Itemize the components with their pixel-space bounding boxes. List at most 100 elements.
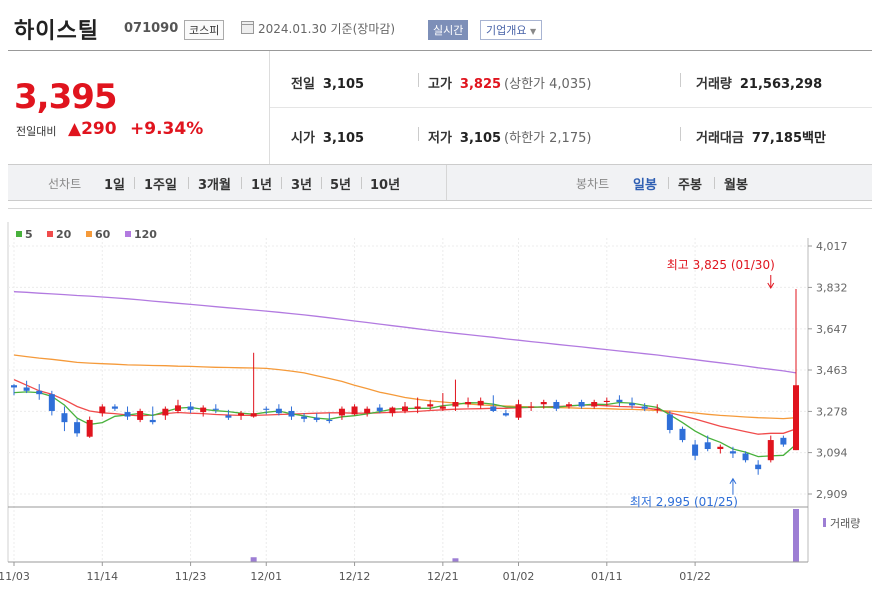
volume-label: 거래량 — [830, 517, 860, 530]
candle-body — [553, 402, 560, 409]
change-value: ▲290 — [68, 119, 117, 139]
candle-body — [36, 390, 43, 395]
y-tick-label: 3,094 — [816, 447, 848, 460]
ma20-line — [13, 379, 797, 435]
stock-name: 하이스틸 — [14, 19, 99, 44]
candle-body — [212, 408, 219, 410]
divider — [714, 177, 715, 189]
candle-body — [23, 387, 30, 391]
candle-body — [351, 406, 358, 415]
candle-body — [124, 412, 131, 417]
candle-body — [439, 406, 446, 409]
candle-daily[interactable]: 일봉 — [633, 174, 657, 193]
divider — [281, 177, 282, 189]
candle-body — [578, 402, 585, 407]
candle-body — [313, 417, 320, 420]
realtime-button[interactable]: 실시간 — [428, 20, 469, 40]
company-info-button[interactable]: 기업개요 ▼ — [480, 20, 543, 40]
period-3y[interactable]: 3년 — [291, 174, 312, 193]
up-triangle-icon: ▲ — [68, 119, 82, 139]
y-tick-label: 3,463 — [816, 364, 848, 377]
current-price: 3,395 — [14, 77, 118, 117]
period-1w[interactable]: 1주일 — [144, 174, 177, 193]
candle-monthly[interactable]: 월봉 — [724, 174, 748, 193]
line-chart-label: 선차트 — [48, 177, 82, 191]
current-price-box: 3,395 전일대비 ▲290 +9.34% — [8, 51, 270, 164]
x-tick-label: 11/23 — [175, 570, 207, 583]
candle-body — [263, 408, 270, 410]
candle-body — [86, 419, 93, 437]
candle-body — [616, 399, 623, 403]
candle-body — [338, 408, 345, 416]
candle-body — [717, 446, 724, 450]
volume-cell: 거래량 21,563,298 — [696, 77, 823, 92]
ma5-line — [13, 391, 797, 458]
chart-toolbar: 선차트 1일 1주일 3개월 1년 3년 5년 10년 봉차트 일봉 주봉 월봉 — [8, 164, 872, 201]
chart-axes: 4,017 3,832 3,647 3,463 3,278 3,094 2,909 11/03… — [0, 238, 848, 583]
legend-ma20: 20 — [47, 228, 71, 241]
x-tick-label: 11/14 — [86, 570, 118, 583]
candle-body — [629, 403, 636, 406]
y-tick-label: 3,278 — [816, 405, 848, 418]
period-3m[interactable]: 3개월 — [198, 174, 231, 193]
x-tick-label: 12/12 — [339, 570, 371, 583]
candle-body — [149, 419, 156, 423]
candle-body — [364, 408, 371, 414]
toolbar-divider — [446, 165, 447, 200]
candle-body — [666, 414, 673, 430]
legend-swatch — [86, 231, 92, 237]
stock-code: 071090 — [124, 21, 179, 36]
candle-body — [137, 410, 144, 420]
market-badge: 코스피 — [184, 20, 225, 40]
prev-close-value: 3,105 — [322, 77, 365, 92]
change-percent: +9.34% — [130, 119, 204, 139]
candle-body — [250, 413, 257, 417]
candle-body — [427, 404, 434, 407]
candle-body — [288, 410, 295, 417]
candle-body — [389, 407, 396, 414]
row-divider — [270, 107, 872, 108]
candles — [11, 288, 799, 475]
period-1y[interactable]: 1년 — [251, 174, 272, 193]
x-tick-label: 11/03 — [0, 570, 30, 583]
chart-annotations: 최고 3,825 (01/30) 최저 2,995 (01/25) — [630, 258, 775, 509]
divider — [241, 177, 242, 189]
legend-swatch — [47, 231, 53, 237]
open-cell: 시가 3,105 — [291, 131, 365, 146]
divider — [680, 127, 681, 141]
volume-legend-swatch — [823, 518, 826, 527]
low-annotation: 최저 2,995 (01/25) — [630, 495, 738, 509]
candle-weekly[interactable]: 주봉 — [678, 174, 702, 193]
candle-body — [275, 408, 282, 414]
period-10y[interactable]: 10년 — [370, 174, 400, 193]
candle-body — [654, 408, 661, 410]
candle-body — [540, 402, 547, 405]
candle-body — [591, 402, 598, 407]
candle-body — [74, 422, 81, 434]
divider — [134, 177, 135, 189]
candle-body — [603, 400, 610, 403]
period-5y[interactable]: 5년 — [330, 174, 351, 193]
candle-body — [11, 385, 17, 388]
candle-body — [376, 407, 383, 411]
y-tick-label: 3,832 — [816, 281, 848, 294]
y-tick-label: 2,909 — [816, 488, 848, 501]
high-value: 3,825 — [459, 77, 502, 92]
candle-body — [225, 415, 232, 418]
high-cell: 고가 3,825 (상한가 4,035) — [428, 77, 592, 92]
x-tick-label: 01/02 — [503, 570, 535, 583]
candle-body — [692, 444, 699, 456]
open-value: 3,105 — [322, 131, 365, 146]
prev-close-cell: 전일 3,105 — [291, 77, 365, 92]
candle-body — [704, 442, 711, 450]
divider — [188, 177, 189, 189]
candle-body — [502, 413, 509, 416]
legend-swatch — [16, 231, 22, 237]
period-1d[interactable]: 1일 — [104, 174, 125, 193]
x-tick-label: 01/11 — [591, 570, 623, 583]
candle-body — [641, 406, 648, 409]
stock-header: 하이스틸 071090 코스피 2024.01.30 기준(장마감) 실시간 기… — [0, 0, 872, 50]
candle-body — [111, 406, 118, 409]
amount-value: 77,185 — [751, 131, 803, 146]
y-tick-label: 4,017 — [816, 240, 848, 253]
